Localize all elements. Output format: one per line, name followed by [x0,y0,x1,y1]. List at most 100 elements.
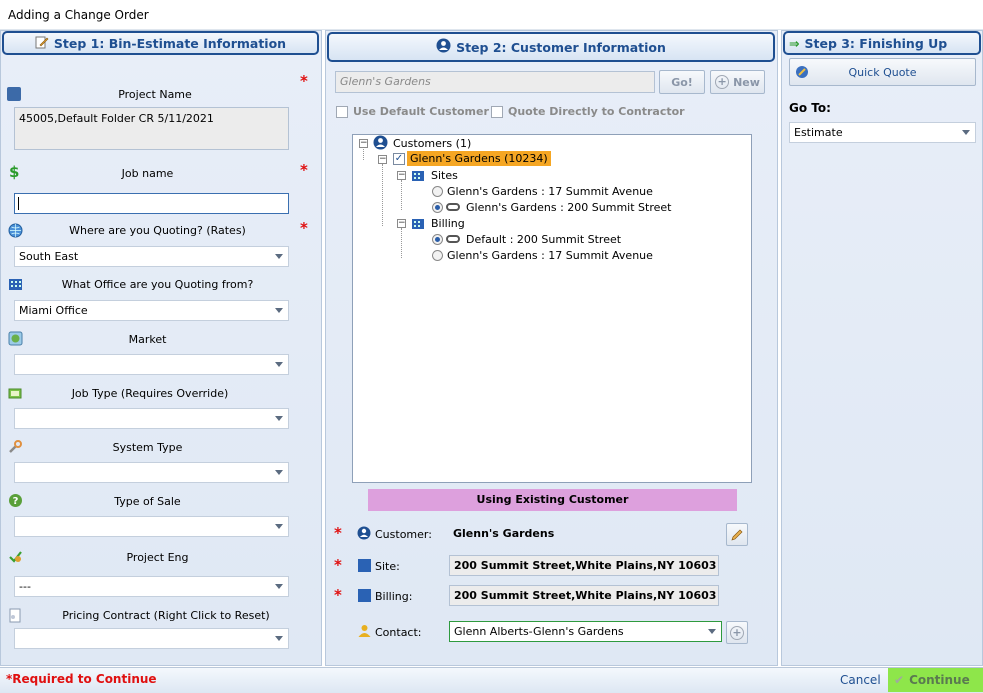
type-of-sale-label: Type of Sale [114,495,181,508]
market-label: Market [128,333,167,346]
customer-search-input[interactable]: Glenn's Gardens [335,71,655,93]
required-note: *Required to Continue [6,672,157,686]
required-mark: * [334,556,342,574]
required-mark: * [300,219,308,237]
link-icon [446,203,460,211]
status-banner: Using Existing Customer [368,489,737,511]
cancel-link[interactable]: Cancel [840,673,881,687]
goto-select[interactable]: Estimate [789,122,976,143]
site-radio-1[interactable] [432,186,443,197]
chevron-down-icon [275,584,283,589]
question-icon: ? [8,493,23,511]
chevron-down-icon [275,254,283,259]
job-name-input[interactable] [14,193,289,214]
site-field[interactable]: 200 Summit Street,White Plains,NY 10603 [449,555,719,576]
office-value: Miami Office [19,304,88,317]
office-select[interactable]: Miami Office [14,300,289,321]
building-icon [8,276,23,294]
use-default-customer-checkbox[interactable] [336,106,348,118]
tree-customer-label[interactable]: Glenn's Gardens (10234) [407,151,551,166]
chevron-down-icon [275,636,283,641]
billing-building-icon [358,589,371,602]
site-radio-2[interactable] [432,202,443,213]
tree-billing-item[interactable]: Glenn's Gardens : 17 Summit Avenue [447,249,653,262]
customers-icon [373,135,388,153]
site-label: Site: [375,560,400,573]
contact-person-icon [357,623,372,641]
add-contact-button[interactable]: + [726,621,748,644]
job-type-select[interactable] [14,408,289,429]
tree-collapse-root[interactable]: − [359,139,368,148]
use-default-customer-label: Use Default Customer [353,105,489,118]
dollar-icon: $ [9,163,20,181]
new-label: New [733,75,760,89]
window-titlebar: Adding a Change Order [0,0,983,30]
step3-title: Step 3: Finishing Up [804,35,948,51]
customer-label: Customer: [375,528,432,541]
project-name-label: Project Name [118,88,192,101]
customer-value: Glenn's Gardens [453,527,555,540]
pricing-contract-select[interactable] [14,628,289,649]
type-of-sale-select[interactable] [14,516,289,537]
arrow-right-icon: ⇒ [789,35,800,51]
quick-quote-label: Quick Quote [848,65,917,79]
quote-direct-checkbox[interactable] [491,106,503,118]
flag-icon [8,386,23,404]
text-cursor [18,197,19,210]
tree-collapse-sites[interactable]: − [397,171,406,180]
sites-building-icon [411,168,425,185]
tree-line [382,164,383,226]
chevron-down-icon [708,629,716,634]
customer-person-icon [357,526,371,543]
step2-title: Step 2: Customer Information [456,39,666,55]
tree-site-item[interactable]: Glenn's Gardens : 200 Summit Street [466,201,671,214]
step1-header: Step 1: Bin-Estimate Information [2,31,319,55]
required-mark: * [334,586,342,604]
chevron-down-icon [275,524,283,529]
contact-label: Contact: [375,626,422,639]
customer-checkbox[interactable]: ✓ [393,153,405,165]
goto-label: Go To: [789,101,831,115]
globe-icon [8,223,23,241]
site-building-icon [358,559,371,572]
tree-line [401,180,402,210]
billing-radio-1[interactable] [432,234,443,245]
continue-button[interactable]: ✔ Continue [888,668,983,692]
go-button[interactable]: Go! [659,70,705,94]
billing-building-icon [411,216,425,233]
tree-root-label: Customers (1) [393,137,472,150]
svg-text:?: ? [13,496,19,507]
required-mark: * [300,72,308,90]
edit-customer-button[interactable] [726,523,748,546]
new-customer-button[interactable]: + New [710,70,765,94]
required-mark: * [334,524,342,542]
tree-collapse-billing[interactable]: − [397,219,406,228]
goto-value: Estimate [794,126,843,139]
quote-direct-label: Quote Directly to Contractor [508,105,685,118]
billing-field[interactable]: 200 Summit Street,White Plains,NY 10603 [449,585,719,606]
project-eng-select[interactable]: --- [14,576,289,597]
tree-line [363,147,364,160]
project-eng-value: --- [19,580,31,593]
system-type-select[interactable] [14,462,289,483]
document-icon [7,87,21,101]
plus-icon: + [730,625,744,640]
tree-billing-item[interactable]: Default : 200 Summit Street [466,233,621,246]
contact-select[interactable]: Glenn Alberts-Glenn's Gardens [449,621,722,642]
quoting-rates-select[interactable]: South East [14,246,289,267]
market-select[interactable] [14,354,289,375]
quote-globe-icon [795,65,809,82]
pencil-icon [35,35,49,52]
billing-radio-2[interactable] [432,250,443,261]
link-icon [446,235,460,243]
job-name-label: Job name [121,167,174,180]
job-type-label: Job Type (Requires Override) [71,387,229,400]
quoting-rates-label: Where are you Quoting? (Rates) [69,224,246,237]
quick-quote-button[interactable]: Quick Quote [789,58,976,86]
step3-header: ⇒ Step 3: Finishing Up [783,31,981,55]
tree-collapse-customer[interactable]: − [378,155,387,164]
tree-site-item[interactable]: Glenn's Gardens : 17 Summit Avenue [447,185,653,198]
project-name-field[interactable]: 45005,Default Folder CR 5/11/2021 [14,107,289,150]
tree-sites-label: Sites [431,169,458,182]
chevron-down-icon [275,308,283,313]
